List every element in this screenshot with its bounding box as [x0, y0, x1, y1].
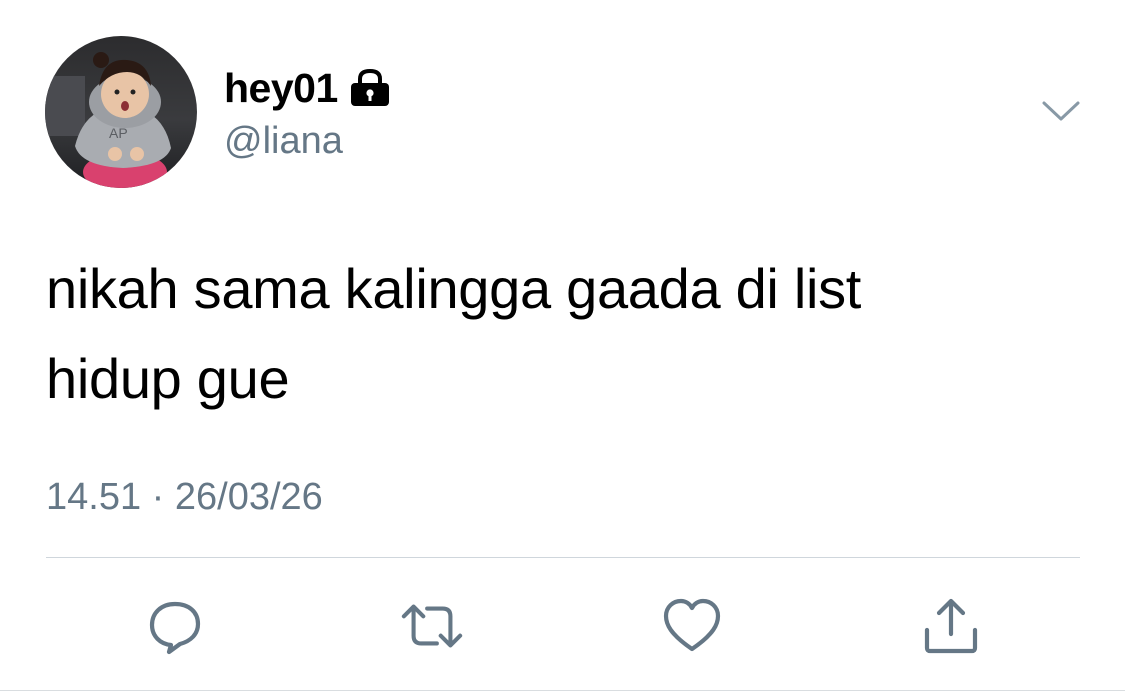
share-button[interactable] [919, 594, 983, 658]
author-handle[interactable]: @liana [224, 118, 343, 164]
tweet-card: AP hey01 @liana nikah sama kalingga gaad… [0, 0, 1125, 691]
tweet-timestamp[interactable]: 14.51 · 26/03/26 [46, 474, 323, 520]
divider [46, 557, 1080, 558]
display-name[interactable]: hey01 [224, 64, 338, 112]
like-button[interactable] [660, 594, 724, 658]
svg-text:AP: AP [109, 125, 128, 141]
retweet-button[interactable] [400, 594, 464, 658]
chevron-down-icon[interactable] [1040, 97, 1082, 125]
heart-icon [663, 598, 721, 652]
reply-icon [149, 601, 201, 655]
author-name-row[interactable]: hey01 [224, 64, 392, 112]
share-icon [924, 598, 978, 654]
retweet-icon [401, 604, 463, 648]
reply-button[interactable] [143, 594, 207, 658]
lock-icon [348, 68, 392, 108]
avatar[interactable]: AP [45, 36, 197, 188]
tweet-text: nikah sama kalingga gaada di list hidup … [46, 257, 862, 410]
